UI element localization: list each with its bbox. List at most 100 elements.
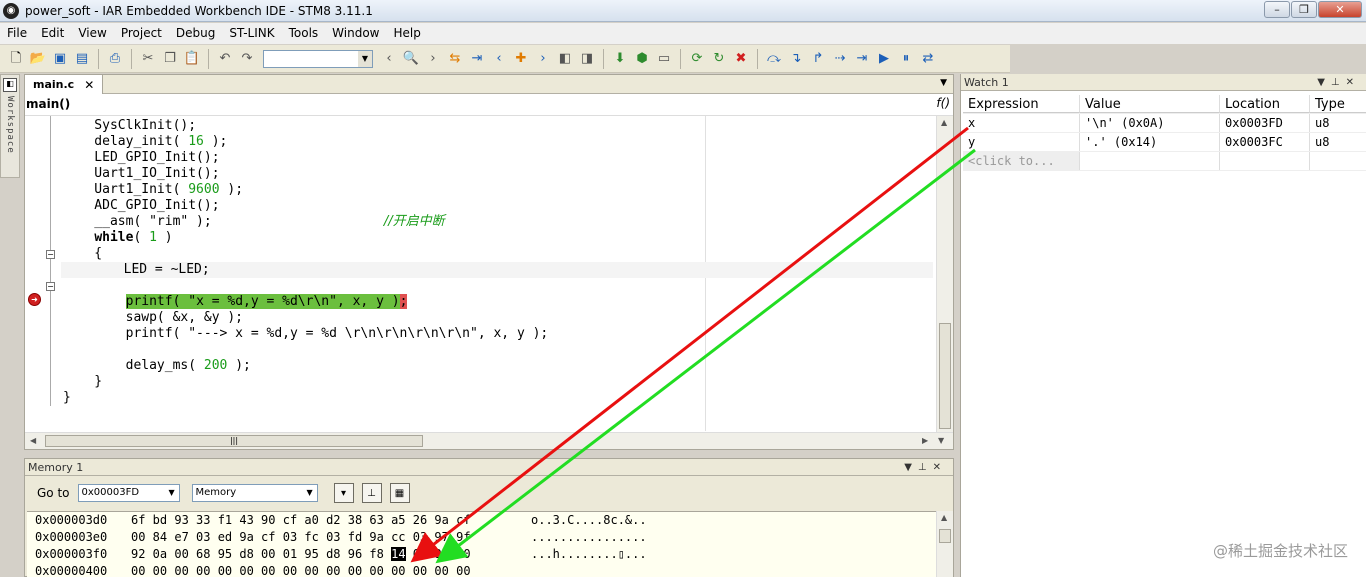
column-type[interactable]: Type bbox=[1310, 95, 1366, 113]
code-line[interactable]: } bbox=[63, 390, 933, 406]
save-icon[interactable]: ▣ bbox=[50, 49, 70, 69]
memory-zone-select[interactable]: Memory ▼ bbox=[191, 484, 318, 502]
next-statement-icon[interactable]: ⇢ bbox=[830, 49, 850, 69]
menu-project[interactable]: Project bbox=[114, 23, 169, 44]
cut-icon[interactable]: ✂ bbox=[138, 49, 158, 69]
menu-view[interactable]: View bbox=[71, 23, 113, 44]
editor-horizontal-scrollbar[interactable]: ◀ ||| ▶ ▼ bbox=[25, 432, 953, 449]
code-lines[interactable]: SysClkInit(); delay_init( 16 ); LED_GPIO… bbox=[61, 118, 933, 428]
scroll-thumb[interactable]: ||| bbox=[45, 435, 423, 447]
find-combo[interactable]: ▼ bbox=[263, 49, 373, 68]
code-line[interactable]: printf( "x = %d,y = %d\r\n", x, y ); bbox=[63, 294, 933, 310]
menu-tools[interactable]: Tools bbox=[282, 23, 326, 44]
memory-vertical-scrollbar[interactable]: ▲ bbox=[936, 511, 953, 577]
code-line[interactable]: Uart1_IO_Init(); bbox=[63, 166, 933, 182]
editor-vertical-scrollbar[interactable]: ▲ bbox=[936, 116, 953, 432]
stop-debug-icon[interactable]: ⇄ bbox=[918, 49, 938, 69]
step-into-icon[interactable]: ↴ bbox=[786, 49, 806, 69]
debug-icon[interactable]: ⬢ bbox=[632, 49, 652, 69]
code-line[interactable] bbox=[63, 278, 933, 294]
goto-line-icon[interactable]: ⇥ bbox=[467, 49, 487, 69]
save-all-icon[interactable]: ▤ bbox=[72, 49, 92, 69]
forward-icon[interactable]: › bbox=[533, 49, 553, 69]
code-line[interactable]: printf( "---> x = %d,y = %d \r\n\r\n\r\n… bbox=[63, 326, 933, 342]
refresh-icon[interactable]: ↻ bbox=[709, 49, 729, 69]
code-line[interactable]: sawp( &x, &y ); bbox=[63, 310, 933, 326]
watch-value[interactable]: '.' (0x14) bbox=[1080, 133, 1220, 151]
goto-address-input[interactable]: 0x00003FD ▼ bbox=[77, 484, 180, 502]
menu-debug[interactable]: Debug bbox=[169, 23, 222, 44]
open-icon[interactable]: 📂 bbox=[28, 49, 48, 69]
watch-row[interactable]: x '\n' (0x0A) 0x0003FD u8 bbox=[963, 114, 1366, 133]
chevron-down-icon[interactable]: ▼ bbox=[358, 50, 372, 67]
stop-icon[interactable]: ✖ bbox=[731, 49, 751, 69]
fold-toggle-icon[interactable]: − bbox=[46, 282, 55, 291]
memory-panel[interactable]: Memory 1 ▼⊥✕ Go to 0x00003FD ▼ Memory ▼ … bbox=[24, 458, 954, 577]
code-line[interactable]: Uart1_Init( 9600 ); bbox=[63, 182, 933, 198]
column-location[interactable]: Location bbox=[1220, 95, 1310, 113]
code-line[interactable]: while( 1 ) bbox=[63, 230, 933, 246]
column-expression[interactable]: Expression bbox=[963, 95, 1080, 113]
watch-panel[interactable]: Watch 1 ▼⊥✕ Expression Value Location Ty… bbox=[960, 74, 1366, 577]
code-line[interactable]: SysClkInit(); bbox=[63, 118, 933, 134]
paste-icon[interactable]: 📋 bbox=[182, 49, 202, 69]
memory-row[interactable]: 0x000003e0 00 84 e7 03 ed 9a cf 03 fc 03 … bbox=[27, 529, 953, 546]
find-previous-icon[interactable]: ‹ bbox=[379, 49, 399, 69]
watch-row[interactable]: y '.' (0x14) 0x0003FC u8 bbox=[963, 133, 1366, 152]
run-to-cursor-icon[interactable]: ⇥ bbox=[852, 49, 872, 69]
menu-edit[interactable]: Edit bbox=[34, 23, 71, 44]
pin-icon[interactable]: ⊥ bbox=[1331, 77, 1346, 88]
chevron-down-icon[interactable]: ▼ bbox=[940, 78, 947, 88]
close-icon[interactable]: ✕ bbox=[1346, 77, 1360, 88]
scroll-thumb[interactable] bbox=[939, 323, 951, 429]
go-icon[interactable]: ▶ bbox=[874, 49, 894, 69]
download-icon[interactable]: ⬇ bbox=[610, 49, 630, 69]
reset-icon[interactable]: ⟳ bbox=[687, 49, 707, 69]
close-icon[interactable]: ✕ bbox=[933, 462, 947, 473]
add-expression-field[interactable]: <click to... bbox=[963, 152, 1080, 170]
menu-help[interactable]: Help bbox=[387, 23, 428, 44]
code-line[interactable]: LED = ~LED; bbox=[61, 262, 933, 278]
memory-fill-button[interactable]: ⊥ bbox=[361, 483, 382, 503]
menu-window[interactable]: Window bbox=[325, 23, 386, 44]
chevron-down-icon[interactable]: ▼ bbox=[303, 485, 317, 501]
watch-value[interactable]: '\n' (0x0A) bbox=[1080, 114, 1220, 132]
redo-icon[interactable]: ↷ bbox=[237, 49, 257, 69]
memory-bytes[interactable]: 00 00 00 00 00 00 00 00 00 00 00 00 00 0… bbox=[131, 563, 531, 577]
memory-bytes[interactable]: 92 0a 00 68 95 d8 00 01 95 d8 96 f8 14 0… bbox=[131, 546, 531, 563]
tab-main-c[interactable]: main.c ✕ bbox=[25, 75, 104, 94]
memory-row[interactable]: 0x000003d0 6f bd 93 33 f1 43 90 cf a0 d2 … bbox=[27, 512, 953, 529]
watch-expression[interactable]: y bbox=[963, 133, 1080, 151]
undo-icon[interactable]: ↶ bbox=[215, 49, 235, 69]
breakpoint-margin[interactable] bbox=[25, 116, 45, 431]
next-bookmark-icon[interactable]: ◨ bbox=[577, 49, 597, 69]
stop-build-icon[interactable]: ▭ bbox=[654, 49, 674, 69]
memory-options-button[interactable]: ▾ bbox=[333, 483, 354, 503]
code-line[interactable] bbox=[63, 342, 933, 358]
find-next-icon[interactable]: › bbox=[423, 49, 443, 69]
code-line[interactable]: } bbox=[63, 374, 933, 390]
memory-row[interactable]: 0x00000400 00 00 00 00 00 00 00 00 00 00 … bbox=[27, 563, 953, 577]
code-line[interactable]: delay_ms( 200 ); bbox=[63, 358, 933, 374]
watch-expression[interactable]: x bbox=[963, 114, 1080, 132]
new-file-icon[interactable]: 🗋 bbox=[6, 49, 26, 69]
column-value[interactable]: Value bbox=[1080, 95, 1220, 113]
workspace-icon[interactable]: ◧ bbox=[3, 78, 17, 92]
chevron-down-icon[interactable]: ▼ bbox=[165, 485, 179, 501]
bookmark-icon[interactable]: ✚ bbox=[511, 49, 531, 69]
close-icon[interactable]: ✕ bbox=[84, 78, 94, 92]
break-icon[interactable]: ⏸ bbox=[896, 49, 916, 69]
workspace-strip[interactable]: ◧ Workspace bbox=[0, 74, 20, 178]
fold-toggle-icon[interactable]: − bbox=[46, 250, 55, 259]
code-line[interactable]: { bbox=[63, 246, 933, 262]
code-line[interactable]: LED_GPIO_Init(); bbox=[63, 150, 933, 166]
function-icon[interactable]: f() bbox=[936, 96, 950, 110]
code-line[interactable]: ADC_GPIO_Init(); bbox=[63, 198, 933, 214]
memory-row[interactable]: 0x000003f0 92 0a 00 68 95 d8 00 01 95 d8 … bbox=[27, 546, 953, 563]
memory-view[interactable]: 0x000003d0 6f bd 93 33 f1 43 90 cf a0 d2 … bbox=[27, 511, 953, 577]
search-icon[interactable]: 🔍 bbox=[401, 49, 421, 69]
scroll-thumb[interactable] bbox=[939, 529, 951, 543]
watch-add-row[interactable]: <click to... bbox=[963, 152, 1366, 171]
step-out-icon[interactable]: ↱ bbox=[808, 49, 828, 69]
code-line[interactable]: delay_init( 16 ); bbox=[63, 134, 933, 150]
